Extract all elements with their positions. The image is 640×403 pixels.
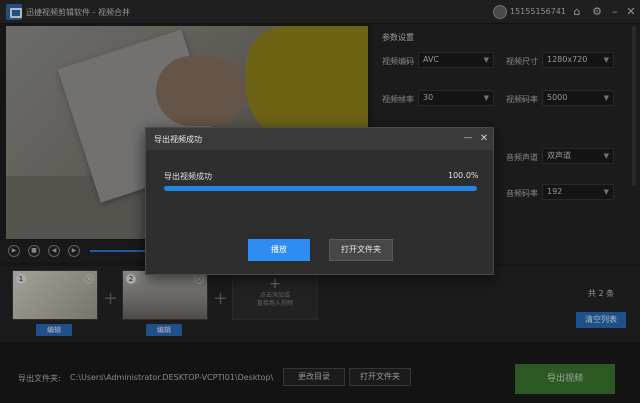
dialog-message: 导出视频成功 xyxy=(164,172,212,181)
dialog-header: 导出视频成功 — ✕ xyxy=(146,128,493,150)
export-progress-bar xyxy=(164,186,477,191)
dialog-close-icon[interactable]: ✕ xyxy=(479,133,489,145)
dialog-percent: 100.0% xyxy=(448,171,479,180)
dialog-minimize-icon[interactable]: — xyxy=(463,133,473,145)
dialog-title: 导出视频成功 xyxy=(154,135,202,144)
export-progress-fill xyxy=(164,186,477,191)
play-button[interactable]: 播放 xyxy=(248,239,310,261)
export-success-dialog: 导出视频成功 — ✕ 导出视频成功 100.0% 播放 打开文件夹 xyxy=(145,127,494,275)
dialog-open-folder-button[interactable]: 打开文件夹 xyxy=(329,239,393,261)
